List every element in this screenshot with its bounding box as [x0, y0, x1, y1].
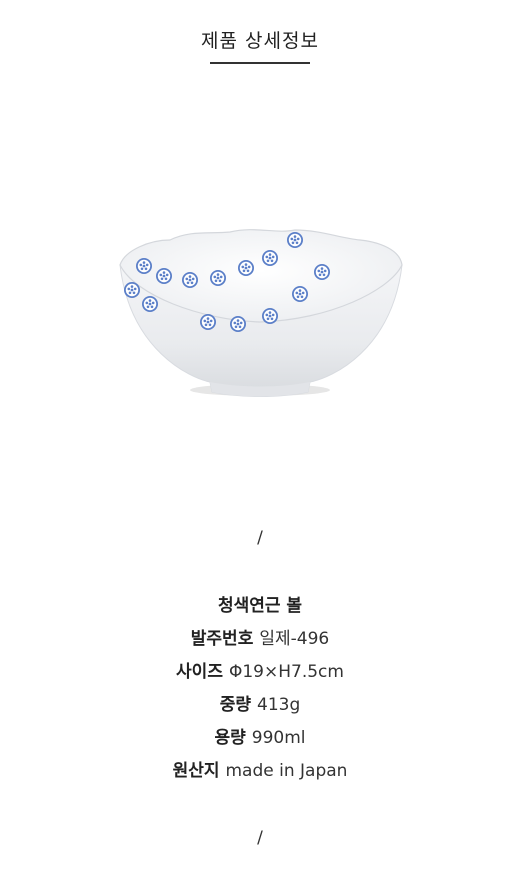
detail-key: 발주번호	[190, 629, 254, 649]
product-name: 청색연근 볼	[217, 596, 303, 616]
detail-value: 413g	[257, 695, 301, 715]
detail-value: made in Japan	[225, 761, 348, 781]
detail-row-order-number: 발주번호 일제-496	[0, 623, 520, 656]
detail-row-weight: 중량 413g	[0, 689, 520, 722]
product-image	[119, 229, 403, 397]
detail-key: 중량	[219, 695, 252, 715]
detail-row-capacity: 용량 990ml	[0, 722, 520, 755]
detail-key: 용량	[214, 728, 246, 748]
detail-key: 원산지	[172, 761, 220, 781]
page-header-title: 제품 상세정보	[201, 30, 319, 52]
detail-row-size: 사이즈 Φ19×H7.5cm	[0, 656, 520, 689]
detail-key: 사이즈	[176, 662, 223, 682]
section-divider-bottom: /	[257, 828, 263, 848]
header-underline	[210, 62, 310, 64]
detail-value: 일제-496	[259, 629, 330, 649]
section-divider-top: /	[257, 528, 263, 548]
product-details: 청색연근 볼 발주번호 일제-496 사이즈 Φ19×H7.5cm 중량 413g 용…	[0, 590, 520, 788]
detail-row-origin: 원산지 made in Japan	[0, 755, 520, 788]
detail-value: Φ19×H7.5cm	[228, 662, 344, 682]
detail-value: 990ml	[251, 728, 306, 748]
